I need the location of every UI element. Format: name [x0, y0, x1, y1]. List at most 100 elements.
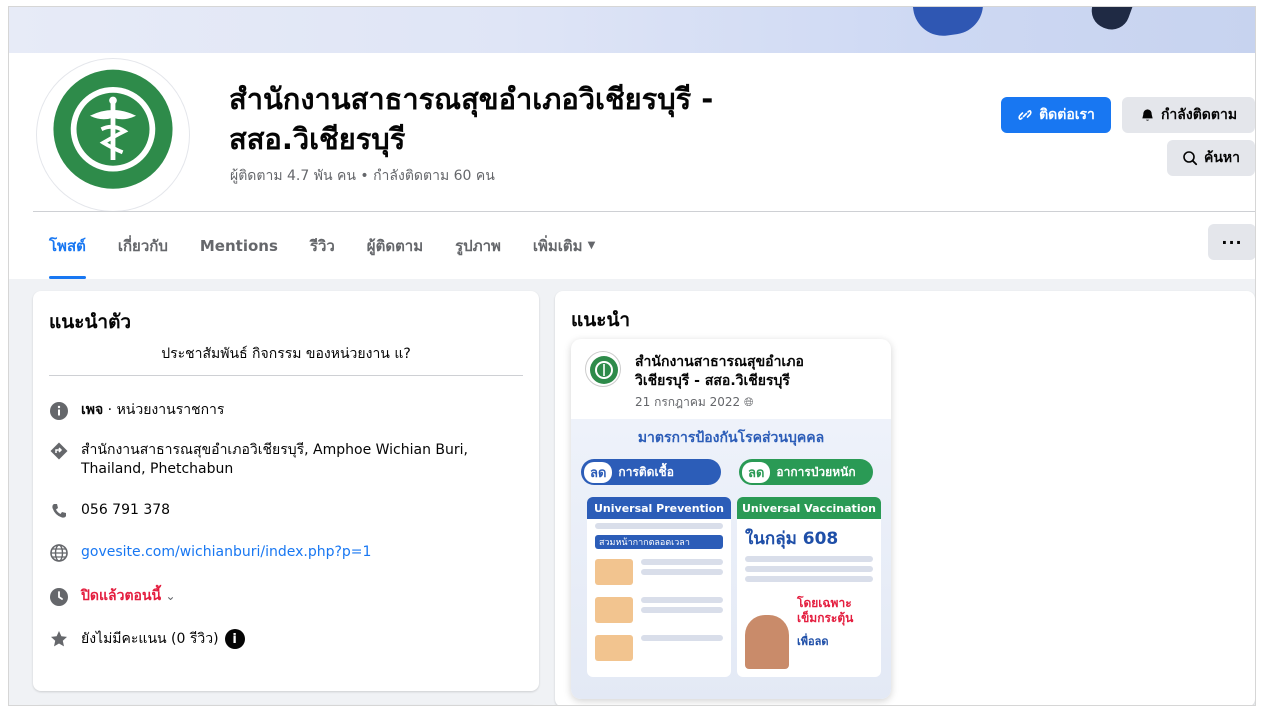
poster-text-line [641, 607, 723, 613]
intro-phone: 056 791 378 [49, 501, 519, 521]
tab-label: เพิ่มเติม [532, 236, 583, 255]
intro-address: สำนักงานสาธารณสุขอำเภอวิเชียรบุรี, Ampho… [49, 441, 519, 479]
featured-heading: แนะนำ [571, 309, 631, 331]
directions-icon [49, 441, 69, 461]
following-button-label: กำลังติดตาม [1160, 107, 1238, 123]
featured-card: แนะนำ สำนักงานสาธารณสุขอำเภอวิเชียรบุรี … [555, 291, 1255, 705]
tab-label: โพสต์ [49, 236, 86, 255]
poster-vaccination-box: Universal Vaccination ในกลุ่ม 608 โดยเฉพ… [737, 497, 881, 677]
contact-button[interactable]: ติดต่อเรา [1001, 97, 1111, 133]
more-options-button[interactable]: ··· [1208, 224, 1255, 260]
search-icon [1183, 151, 1198, 166]
link-icon [1018, 110, 1032, 120]
poster-text-line [641, 559, 723, 565]
tab-reviews[interactable]: รีวิว [294, 212, 351, 279]
post-date[interactable]: 21 กรกฎาคม 2022 🌐︎ [635, 393, 754, 412]
poster-illustration [745, 615, 789, 669]
cover-photo [9, 7, 1255, 53]
follower-count[interactable]: ผู้ติดตาม 4.7 พัน คน • กำลังติดตาม 60 คน [230, 165, 495, 187]
page-tabs: โพสต์ เกี่ยวกับ Mentions รีวิว ผู้ติดตาม… [33, 212, 611, 279]
intro-bio: ประชาสัมพันธ์ กิจกรรม ของหน่วยงาน แ? [161, 346, 411, 362]
cover-illustration-shape [911, 7, 987, 40]
poster-prevention-box: Universal Prevention สวมหน้ากากตลอดเวลา [587, 497, 731, 677]
poster-box-header: Universal Prevention [587, 497, 731, 519]
page-type-label: เพจ [81, 402, 104, 418]
poster-title: มาตรการป้องกันโรคส่วนบุคคล [637, 430, 825, 446]
rating-info-icon[interactable]: i [224, 629, 245, 649]
poster-box-header: Universal Vaccination [737, 497, 881, 519]
tab-label: รูปภาพ [455, 236, 501, 255]
poster-text-line [641, 635, 723, 641]
chevron-down-icon: ⌄ [165, 589, 176, 603]
following-button[interactable]: กำลังติดตาม [1122, 97, 1255, 133]
tab-label: รีวิว [309, 236, 335, 255]
tab-label: เกี่ยวกับ [117, 236, 168, 255]
poster-lad-label: ลด [584, 461, 613, 483]
tab-posts[interactable]: โพสต์ [33, 212, 102, 279]
address-text: สำนักงานสาธารณสุขอำเภอวิเชียรบุรี, Ampho… [81, 442, 468, 477]
tab-followers[interactable]: ผู้ติดตาม [351, 212, 439, 279]
post-author[interactable]: สำนักงานสาธารณสุขอำเภอวิเชียรบุรี - สสอ.… [635, 353, 855, 391]
ellipsis-icon: ··· [1221, 232, 1243, 252]
search-button[interactable]: ค้นหา [1167, 140, 1255, 176]
poster-illustration [595, 597, 633, 623]
tab-mentions[interactable]: Mentions [184, 212, 294, 279]
post-avatar[interactable] [585, 351, 621, 387]
page-title: สำนักงานสาธารณสุขอำเภอวิเชียรบุรี - สสอ.… [229, 82, 714, 156]
post-image[interactable]: มาตรการป้องกันโรคส่วนบุคคล ลด การติดเชื้… [571, 419, 891, 699]
info-icon [49, 401, 69, 421]
tab-photos[interactable]: รูปภาพ [439, 212, 517, 279]
star-icon [49, 629, 69, 649]
intro-page-type: เพจ · หน่วยงานราชการ [49, 401, 519, 421]
search-button-label: ค้นหา [1203, 150, 1241, 166]
tab-more[interactable]: เพิ่มเติม ▼ [517, 212, 611, 279]
poster-mask-bar: สวมหน้ากากตลอดเวลา [595, 535, 723, 549]
clock-icon [49, 587, 69, 607]
next-card [33, 705, 539, 706]
bell-icon [1142, 108, 1153, 121]
hours-status: ปิดแล้วตอนนี้ [81, 588, 162, 604]
poster-illustration [595, 559, 633, 585]
intro-website: govesite.com/wichianburi/index.php?p=1 [49, 543, 519, 563]
poster-text-line [745, 576, 873, 582]
page-avatar[interactable] [37, 59, 189, 211]
poster-text-line [641, 569, 723, 575]
tab-label: Mentions [199, 236, 278, 255]
poster-reduce-text: เพื่อลด [797, 635, 829, 648]
poster-text-line [595, 523, 723, 529]
page-header: สำนักงานสาธารณสุขอำเภอวิเชียรบุรี - สสอ.… [9, 53, 1255, 279]
cover-illustration-shape [1086, 7, 1134, 35]
intro-rating: ยังไม่มีคะแนน (0 รีวิว) i [49, 629, 519, 649]
contact-button-label: ติดต่อเรา [1039, 107, 1095, 123]
ministry-logo-icon [41, 63, 185, 207]
intro-heading: แนะนำตัว [49, 311, 132, 333]
phone-number: 056 791 378 [81, 502, 171, 518]
ministry-logo-icon [590, 356, 618, 384]
poster-booster-text: โดยเฉพาะ เข็มกระตุ้น [797, 596, 854, 625]
intro-hours[interactable]: ปิดแล้วตอนนี้ ⌄ [49, 587, 519, 607]
rating-text: ยังไม่มีคะแนน (0 รีวิว) [81, 631, 219, 647]
poster-text-line [745, 556, 873, 562]
tab-about[interactable]: เกี่ยวกับ [102, 212, 184, 279]
poster-pill-text: อาการป่วยหนัก [776, 464, 856, 479]
caret-down-icon: ▼ [587, 240, 596, 251]
intro-card: แนะนำตัว ประชาสัมพันธ์ กิจกรรม ของหน่วยง… [33, 291, 539, 691]
globe-icon [49, 543, 69, 563]
poster-pill-text: การติดเชื้อ [618, 464, 674, 479]
tab-label: ผู้ติดตาม [366, 236, 424, 255]
poster-pill-infection: ลด การติดเชื้อ [581, 459, 721, 485]
phone-icon [49, 501, 69, 521]
poster-text-line [641, 597, 723, 603]
page-category: · หน่วยงานราชการ [103, 402, 225, 418]
featured-post[interactable]: สำนักงานสาธารณสุขอำเภอวิเชียรบุรี - สสอ.… [571, 339, 891, 699]
website-link[interactable]: govesite.com/wichianburi/index.php?p=1 [81, 543, 371, 562]
intro-divider [49, 375, 523, 376]
globe-icon: 🌐︎ [740, 395, 754, 409]
poster-illustration [595, 635, 633, 661]
browser-frame: สำนักงานสาธารณสุขอำเภอวิเชียรบุรี - สสอ.… [8, 6, 1256, 706]
poster-pill-severe: ลด อาการป่วยหนัก [739, 459, 873, 485]
poster-lad-label: ลด [742, 461, 771, 483]
post-date-text: 21 กรกฎาคม 2022 [635, 395, 741, 409]
poster-text-line [745, 566, 873, 572]
poster-group-608: ในกลุ่ม 608 [745, 529, 839, 549]
